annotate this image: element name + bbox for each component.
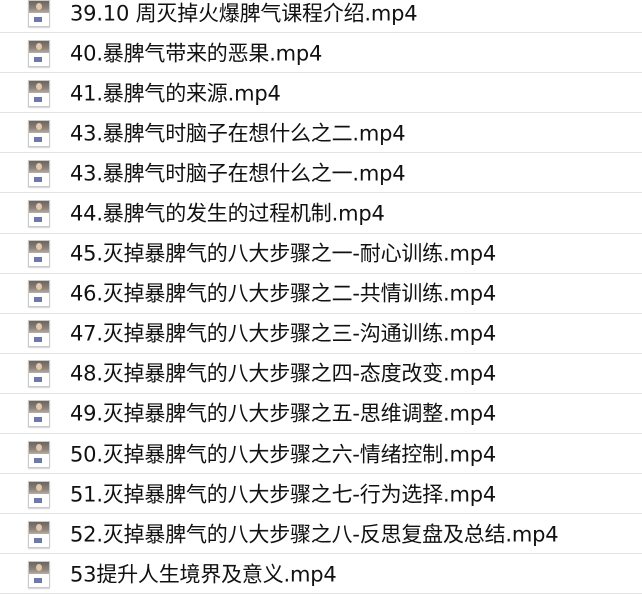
file-name: 50.灭掉暴脾气的八大步骤之六-情绪控制.mp4	[70, 441, 496, 466]
video-thumbnail-icon	[28, 440, 50, 468]
video-thumbnail-icon	[28, 200, 50, 228]
file-rows: 39.10 周灭掉火爆脾气课程介绍.mp4 40.暴脾气带来的恶果.mp4 41…	[0, 0, 642, 595]
video-thumbnail-icon	[28, 400, 50, 428]
video-thumbnail-icon	[28, 360, 50, 388]
file-list: 39.10 周灭掉火爆脾气课程介绍.mp4 40.暴脾气带来的恶果.mp4 41…	[0, 0, 642, 606]
file-row[interactable]: 50.灭掉暴脾气的八大步骤之六-情绪控制.mp4	[0, 434, 642, 475]
video-thumbnail-icon	[28, 480, 50, 508]
file-row[interactable]: 40.暴脾气带来的恶果.mp4	[0, 33, 642, 74]
file-name: 43.暴脾气时脑子在想什么之二.mp4	[70, 121, 406, 146]
video-thumbnail-icon	[28, 320, 50, 348]
file-row[interactable]: 52.灭掉暴脾气的八大步骤之八-反思复盘及总结.mp4	[0, 514, 642, 555]
video-thumbnail-icon	[28, 39, 50, 67]
video-thumbnail-icon	[28, 520, 50, 548]
file-row[interactable]: 51.灭掉暴脾气的八大步骤之七-行为选择.mp4	[0, 474, 642, 515]
file-row[interactable]: 41.暴脾气的来源.mp4	[0, 73, 642, 114]
file-name: 49.灭掉暴脾气的八大步骤之五-思维调整.mp4	[70, 401, 496, 426]
video-thumbnail-icon	[28, 240, 50, 268]
file-row[interactable]: 44.暴脾气的发生的过程机制.mp4	[0, 193, 642, 234]
file-row[interactable]: 43.暴脾气时脑子在想什么之二.mp4	[0, 113, 642, 154]
file-name: 40.暴脾气带来的恶果.mp4	[70, 41, 323, 66]
video-thumbnail-icon	[28, 0, 50, 27]
video-thumbnail-icon	[28, 79, 50, 107]
video-thumbnail-icon	[28, 280, 50, 308]
file-name: 39.10 周灭掉火爆脾气课程介绍.mp4	[70, 0, 418, 25]
file-name: 52.灭掉暴脾气的八大步骤之八-反思复盘及总结.mp4	[70, 522, 559, 547]
file-name: 43.暴脾气时脑子在想什么之一.mp4	[70, 161, 406, 186]
file-row[interactable]: 53提升人生境界及意义.mp4	[0, 554, 642, 595]
file-row[interactable]: 45.灭掉暴脾气的八大步骤之一-耐心训练.mp4	[0, 234, 642, 274]
file-name: 48.灭掉暴脾气的八大步骤之四-态度改变.mp4	[70, 361, 496, 386]
video-thumbnail-icon	[28, 119, 50, 147]
file-name: 46.灭掉暴脾气的八大步骤之二-共情训练.mp4	[70, 281, 496, 306]
file-name: 45.灭掉暴脾气的八大步骤之一-耐心训练.mp4	[70, 241, 496, 266]
file-name: 44.暴脾气的发生的过程机制.mp4	[70, 201, 385, 226]
file-name: 41.暴脾气的来源.mp4	[70, 81, 281, 106]
file-name: 51.灭掉暴脾气的八大步骤之七-行为选择.mp4	[70, 482, 496, 507]
file-row[interactable]: 46.灭掉暴脾气的八大步骤之二-共情训练.mp4	[0, 274, 642, 314]
file-row[interactable]: 48.灭掉暴脾气的八大步骤之四-态度改变.mp4	[0, 354, 642, 394]
video-thumbnail-icon	[28, 560, 50, 588]
file-row[interactable]: 47.灭掉暴脾气的八大步骤之三-沟通训练.mp4	[0, 314, 642, 354]
file-row[interactable]: 39.10 周灭掉火爆脾气课程介绍.mp4	[0, 0, 642, 34]
file-name: 47.灭掉暴脾气的八大步骤之三-沟通训练.mp4	[70, 321, 496, 346]
file-name: 53提升人生境界及意义.mp4	[70, 562, 337, 587]
video-thumbnail-icon	[28, 159, 50, 187]
file-row[interactable]: 43.暴脾气时脑子在想什么之一.mp4	[0, 153, 642, 194]
file-row[interactable]: 49.灭掉暴脾气的八大步骤之五-思维调整.mp4	[0, 394, 642, 435]
